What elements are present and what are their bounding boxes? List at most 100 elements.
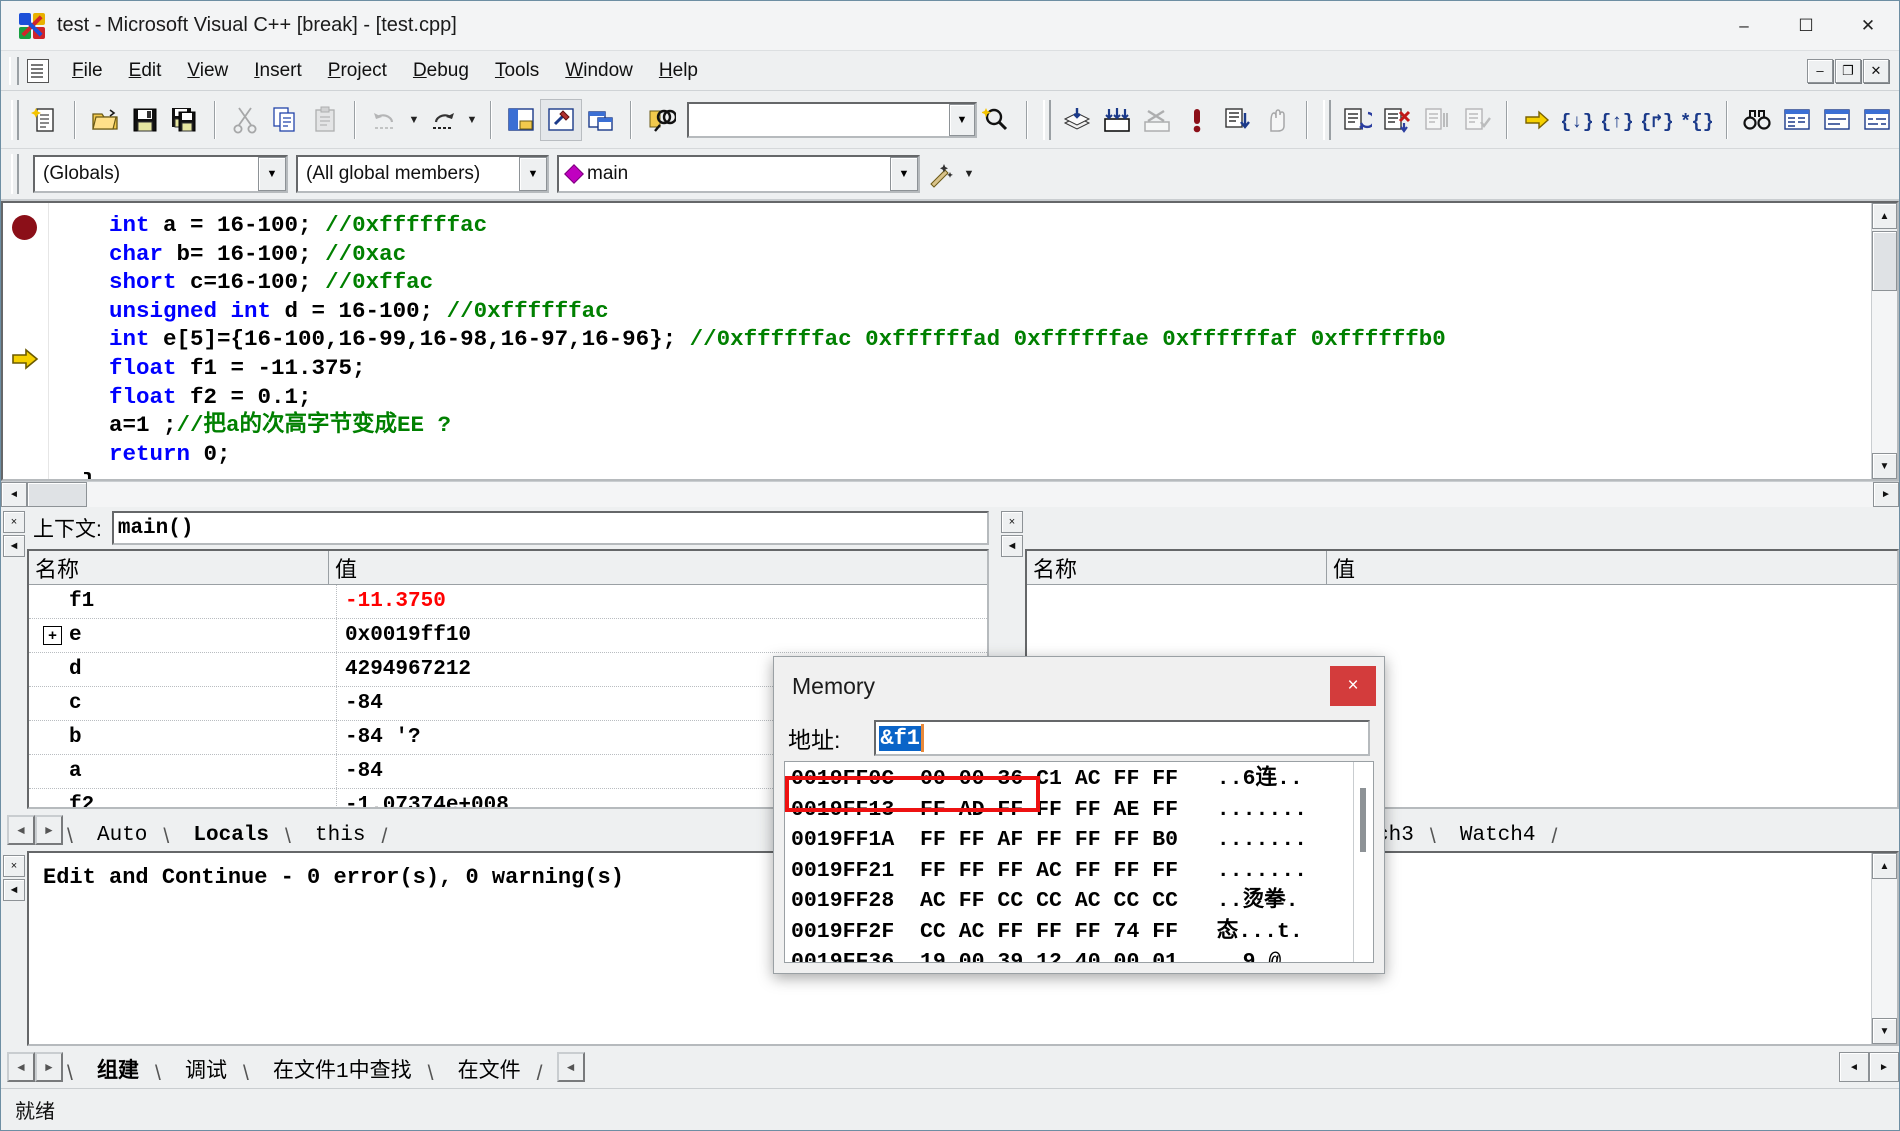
- output-tab-scroll-button[interactable]: ◄: [556, 1052, 585, 1082]
- paste-icon[interactable]: [305, 100, 345, 140]
- build-icon[interactable]: [1097, 100, 1137, 140]
- menu-tools[interactable]: Tools: [482, 56, 552, 86]
- debug-toolbar-gripper[interactable]: [1323, 99, 1331, 140]
- memory-row[interactable]: 0019FF13 FF AD FF FF FF AE FF .......: [791, 795, 1353, 826]
- find-combo[interactable]: ▼: [687, 101, 977, 138]
- editor-scroll-thumb[interactable]: [1872, 231, 1897, 291]
- new-file-icon[interactable]: [25, 100, 65, 140]
- disable-breakpoint-icon[interactable]: [1417, 100, 1457, 140]
- tab-locals[interactable]: Locals: [177, 822, 285, 849]
- memory-rows[interactable]: 0019FF0C 00 00 36 C1 AC FF FF ..6连.. 0019…: [785, 762, 1353, 962]
- menu-help[interactable]: Help: [646, 56, 711, 86]
- find-combo-arrow[interactable]: ▼: [949, 103, 975, 136]
- break-icon[interactable]: [1257, 100, 1297, 140]
- stop-build-icon[interactable]: [1137, 100, 1177, 140]
- window-list-icon[interactable]: [581, 100, 621, 140]
- step-arrow-icon[interactable]: [1517, 100, 1557, 140]
- save-all-icon[interactable]: [165, 100, 205, 140]
- memory-scrollbar[interactable]: [1353, 762, 1373, 962]
- output-pane-close-button[interactable]: ×: [3, 855, 25, 877]
- wand-dropdown-arrow[interactable]: ▼: [960, 154, 978, 194]
- table-row[interactable]: f1 -11.3750: [29, 585, 987, 619]
- step-into-icon[interactable]: {↓}: [1557, 100, 1597, 140]
- editor-scroll-track[interactable]: [1872, 291, 1897, 453]
- tab-auto[interactable]: Auto: [81, 822, 163, 849]
- memory-grid[interactable]: 0019FF0C 00 00 36 C1 AC FF FF ..6连.. 0019…: [784, 761, 1374, 963]
- symbol-combo[interactable]: main ▼: [557, 155, 920, 193]
- execute-icon[interactable]: [1177, 100, 1217, 140]
- output-scroll-down-button[interactable]: ▼: [1872, 1018, 1897, 1044]
- watch-col-value[interactable]: 值: [1327, 551, 1897, 584]
- variable-value[interactable]: -84: [337, 755, 383, 788]
- menu-project[interactable]: Project: [315, 56, 400, 86]
- cut-icon[interactable]: [225, 100, 265, 140]
- variable-value[interactable]: 0x0019ff10: [337, 619, 471, 652]
- memory-row[interactable]: 0019FF1A FF FF AF FF FF FF B0 .......: [791, 825, 1353, 856]
- editor-scroll-up-button[interactable]: ▲: [1872, 203, 1897, 229]
- variable-value[interactable]: -84: [337, 687, 383, 720]
- variable-value[interactable]: -1.07374e+008: [337, 789, 509, 807]
- memory-row[interactable]: 0019FF2F CC AC FF FF FF 74 FF 态...t.: [791, 917, 1353, 948]
- memory-window-icon[interactable]: [1777, 100, 1817, 140]
- memory-row[interactable]: 0019FF21 FF FF FF AC FF FF FF .......: [791, 856, 1353, 887]
- variable-value[interactable]: -84 '?: [337, 721, 421, 754]
- output-hscroll-left-button[interactable]: ◄: [1839, 1052, 1869, 1082]
- insert-remove-breakpoint-icon[interactable]: [1337, 100, 1377, 140]
- variables-tab-prev-button[interactable]: ◄: [7, 815, 35, 845]
- redo-dropdown-arrow[interactable]: ▼: [463, 100, 481, 140]
- symbol-combo-arrow[interactable]: ▼: [890, 157, 918, 191]
- editor-gutter[interactable]: [3, 203, 49, 479]
- output-tab-prev-button[interactable]: ◄: [7, 1052, 35, 1082]
- output-vertical-scrollbar[interactable]: ▲ ▼: [1871, 853, 1897, 1044]
- memory-dialog[interactable]: Memory × 地址: &f1 0019FF0C 00 00 36 C1 AC…: [773, 656, 1385, 974]
- memory-row[interactable]: 0019FF36 19 00 39 12 40 00 01 ..9.@..: [791, 947, 1353, 962]
- memory-row[interactable]: 0019FF0C 00 00 36 C1 AC FF FF ..6连..: [791, 764, 1353, 795]
- table-row[interactable]: + e 0x0019ff10: [29, 619, 987, 653]
- output-tab-next-button[interactable]: ►: [35, 1052, 63, 1082]
- save-icon[interactable]: [125, 100, 165, 140]
- toolbar-gripper[interactable]: [11, 99, 19, 140]
- find-in-files-icon[interactable]: [641, 100, 681, 140]
- menu-view[interactable]: View: [174, 56, 241, 86]
- breakpoint-dot-icon[interactable]: [12, 215, 37, 240]
- mdi-restore-button[interactable]: ❐: [1835, 58, 1861, 83]
- menu-debug[interactable]: Debug: [400, 56, 482, 86]
- compile-icon[interactable]: [1057, 100, 1097, 140]
- watch-pane-close-button[interactable]: ×: [1001, 511, 1023, 533]
- tab-watch4[interactable]: Watch4: [1444, 822, 1552, 849]
- editor-horizontal-scrollbar[interactable]: ◄ ►: [1, 481, 1899, 507]
- tab-在文件1中查找[interactable]: 在文件1中查找: [257, 1052, 428, 1086]
- variables-window-icon[interactable]: [1817, 100, 1857, 140]
- menu-gripper[interactable]: [9, 56, 19, 85]
- workspace-icon[interactable]: [501, 100, 541, 140]
- variables-pane-collapse-button[interactable]: ◄: [3, 535, 25, 557]
- variables-col-value[interactable]: 值: [329, 551, 987, 584]
- tab-调试[interactable]: 调试: [169, 1052, 243, 1086]
- watch-pane-collapse-button[interactable]: ◄: [1001, 535, 1023, 557]
- code-text[interactable]: int a = 16-100; //0xffffffac char b= 16-…: [49, 203, 1871, 479]
- variable-value[interactable]: -11.3750: [337, 585, 446, 618]
- menu-insert[interactable]: Insert: [241, 56, 315, 86]
- find-next-icon[interactable]: [977, 100, 1017, 140]
- output-scroll-up-button[interactable]: ▲: [1872, 853, 1897, 879]
- registers-window-icon[interactable]: [1857, 100, 1897, 140]
- scope-combo[interactable]: (Globals) ▼: [33, 155, 288, 193]
- redo-icon[interactable]: [423, 100, 463, 140]
- edit-breakpoints-icon[interactable]: [1457, 100, 1497, 140]
- context-input[interactable]: main(): [111, 511, 989, 545]
- build-toolbar-gripper[interactable]: [1043, 99, 1051, 140]
- remove-all-breakpoints-icon[interactable]: [1377, 100, 1417, 140]
- close-button[interactable]: ✕: [1837, 1, 1899, 51]
- scope-combo-arrow[interactable]: ▼: [258, 157, 286, 191]
- editor-hscroll-right-button[interactable]: ►: [1873, 482, 1899, 507]
- members-combo-arrow[interactable]: ▼: [519, 157, 547, 191]
- editor-scroll-down-button[interactable]: ▼: [1872, 453, 1897, 479]
- mdi-minimize-button[interactable]: –: [1807, 58, 1833, 83]
- editor-hscroll-track[interactable]: [87, 482, 1873, 507]
- editor-vertical-scrollbar[interactable]: ▲ ▼: [1871, 203, 1897, 479]
- binoculars-icon[interactable]: [1737, 100, 1777, 140]
- variables-pane-close-button[interactable]: ×: [3, 511, 25, 533]
- variables-tab-next-button[interactable]: ►: [35, 815, 63, 845]
- step-over-icon[interactable]: {↑}: [1597, 100, 1637, 140]
- tab-组建[interactable]: 组建: [81, 1052, 155, 1086]
